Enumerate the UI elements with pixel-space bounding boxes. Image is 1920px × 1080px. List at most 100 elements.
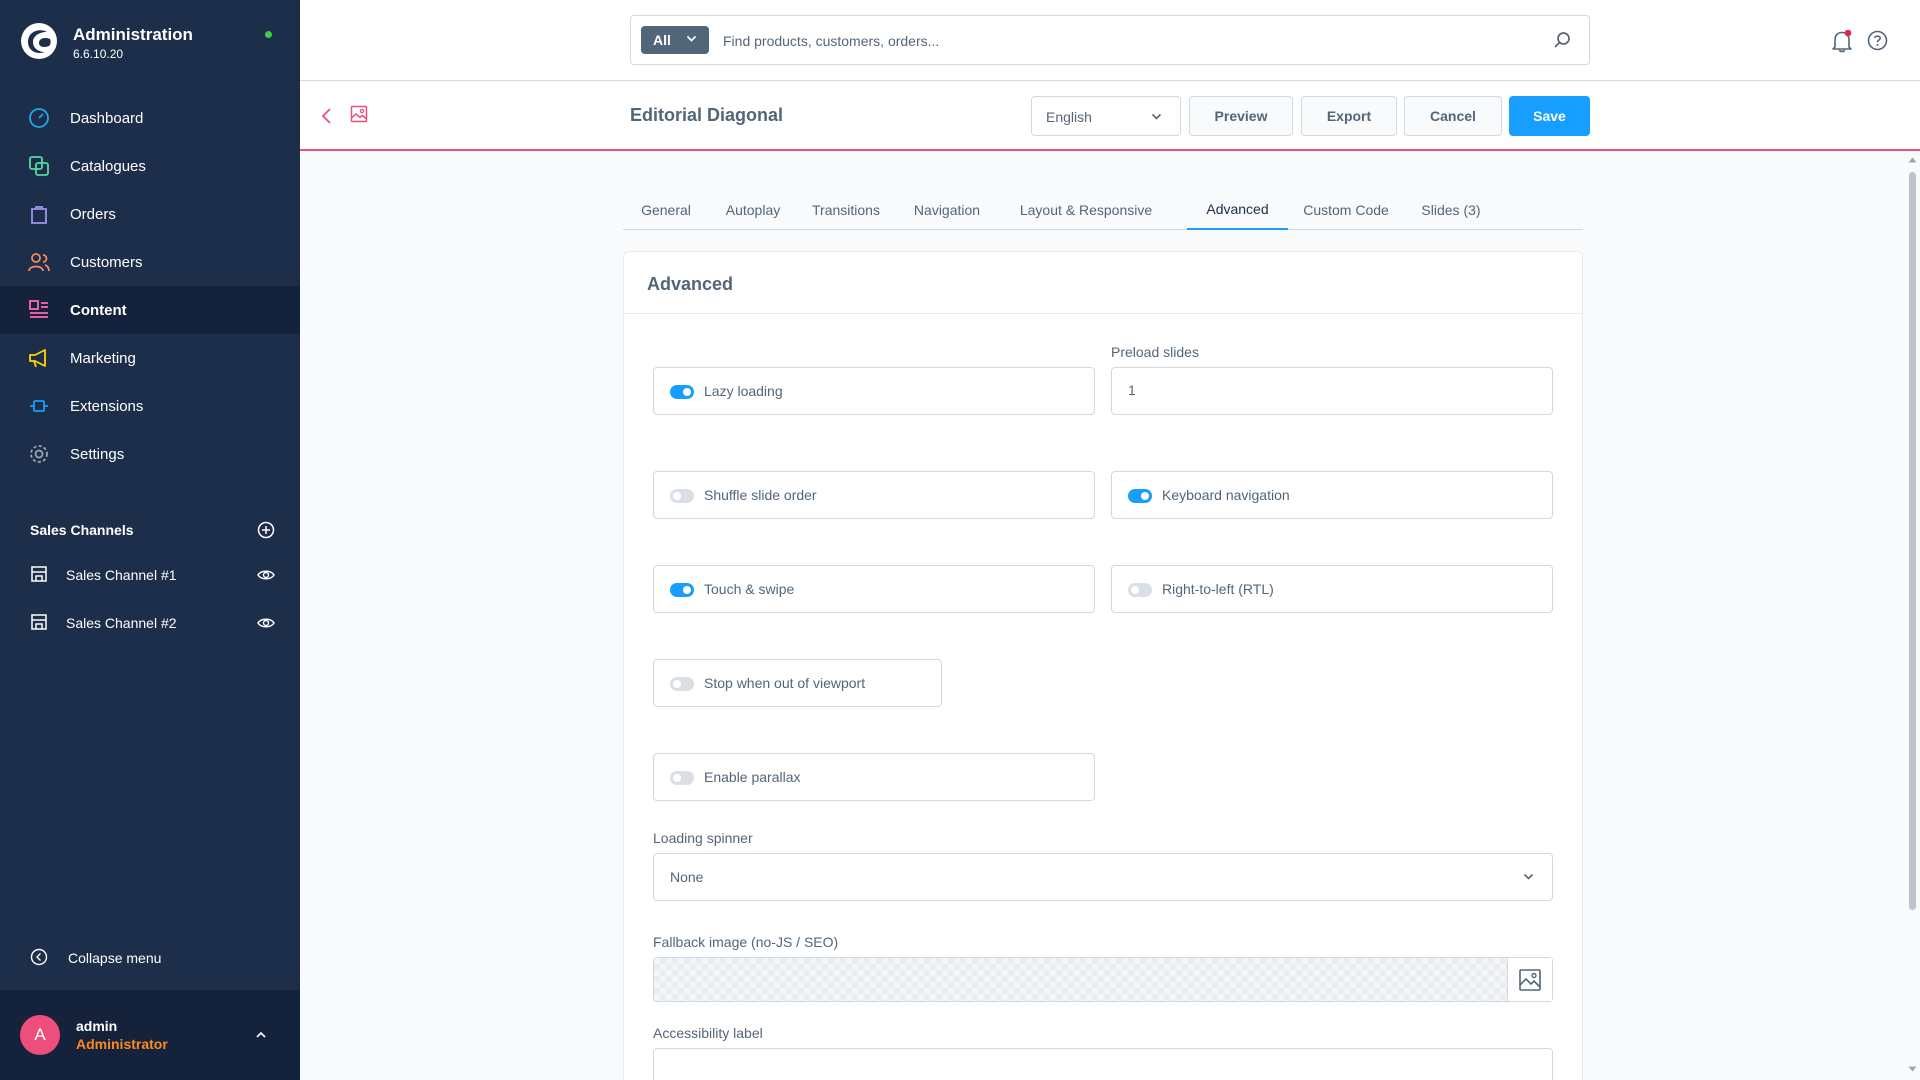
image-icon: [350, 105, 368, 123]
tab-autoplay[interactable]: Autoplay: [709, 190, 797, 230]
parallax-switch[interactable]: [670, 771, 694, 785]
back-arrow-icon[interactable]: [320, 106, 334, 126]
fallback-image-field[interactable]: [653, 957, 1553, 1002]
search-icon[interactable]: [1553, 31, 1571, 49]
avatar: A: [20, 1015, 60, 1055]
content-area: General Autoplay Transitions Navigation …: [300, 152, 1905, 1080]
tab-bar: General Autoplay Transitions Navigation …: [623, 190, 1583, 230]
parallax-field[interactable]: Enable parallax: [653, 753, 1095, 801]
sales-channel-label: Sales Channel #2: [66, 615, 177, 631]
touch-swipe-field[interactable]: Touch & swipe: [653, 565, 1095, 613]
card-header: Advanced: [624, 252, 1582, 314]
keyboard-navigation-switch[interactable]: [1128, 489, 1152, 503]
eye-icon[interactable]: [257, 615, 275, 631]
shopware-logo-icon[interactable]: [20, 22, 58, 60]
nav-item-catalogues[interactable]: Catalogues: [0, 142, 300, 190]
keyboard-navigation-label: Keyboard navigation: [1162, 487, 1290, 503]
brand: Administration 6.6.10.20: [0, 0, 300, 86]
touch-swipe-label: Touch & swipe: [704, 581, 795, 597]
extensions-icon: [30, 400, 48, 412]
scroll-down-arrow-icon[interactable]: [1908, 1066, 1917, 1072]
add-sales-channel-icon[interactable]: [257, 521, 275, 539]
notification-bell-icon[interactable]: [1831, 29, 1853, 53]
nav-label: Content: [70, 301, 127, 319]
nav-label: Settings: [70, 445, 125, 463]
tab-transitions[interactable]: Transitions: [797, 190, 895, 230]
stop-viewport-label: Stop when out of viewport: [704, 675, 866, 691]
language-select[interactable]: English: [1031, 96, 1181, 136]
accessibility-label-field: [653, 1048, 1553, 1080]
nav-label: Marketing: [70, 349, 136, 367]
scrollbar-thumb[interactable]: [1909, 172, 1916, 910]
select-image-button[interactable]: [1507, 958, 1552, 1001]
settings-icon: [30, 445, 48, 463]
status-indicator: [265, 31, 272, 38]
rtl-field[interactable]: Right-to-left (RTL): [1111, 565, 1553, 613]
nav-item-customers[interactable]: Customers: [0, 238, 300, 286]
sales-channels-title: Sales Channels: [30, 522, 134, 538]
advanced-settings-card: Advanced Lazy loading Preload slides Shu…: [623, 251, 1583, 1080]
tab-layout-responsive[interactable]: Layout & Responsive: [999, 190, 1173, 230]
tab-navigation[interactable]: Navigation: [895, 190, 999, 230]
stop-viewport-switch[interactable]: [670, 677, 694, 691]
accessibility-label-input[interactable]: [670, 1063, 1070, 1079]
preload-slides-input[interactable]: [1128, 382, 1528, 398]
nav-label: Catalogues: [70, 157, 146, 175]
export-button[interactable]: Export: [1301, 96, 1397, 136]
help-icon[interactable]: [1867, 30, 1888, 51]
customers-icon: [28, 253, 50, 272]
page-header: Editorial Diagonal English Preview Expor…: [300, 81, 1920, 151]
content-icon: [29, 300, 48, 318]
nav-item-orders[interactable]: Orders: [0, 190, 300, 238]
nav-item-dashboard[interactable]: Dashboard: [0, 94, 300, 142]
save-button[interactable]: Save: [1509, 96, 1590, 136]
scroll-up-arrow-icon[interactable]: [1908, 157, 1917, 163]
shuffle-field[interactable]: Shuffle slide order: [653, 471, 1095, 519]
marketing-icon: [29, 349, 46, 368]
search-type-dropdown[interactable]: All: [641, 26, 709, 54]
touch-swipe-switch[interactable]: [670, 583, 694, 597]
nav-label: Extensions: [70, 397, 144, 415]
tab-slides[interactable]: Slides (3): [1402, 190, 1500, 230]
chevron-down-icon: [1151, 113, 1162, 120]
storefront-icon: [31, 614, 47, 630]
scrollbar[interactable]: [1905, 152, 1920, 1080]
brand-version: 6.6.10.20: [73, 47, 124, 61]
nav-item-settings[interactable]: Settings: [0, 430, 300, 478]
search-type-label: All: [653, 32, 671, 48]
image-icon: [1519, 968, 1541, 991]
stop-viewport-field[interactable]: Stop when out of viewport: [653, 659, 942, 707]
page-title: Editorial Diagonal: [630, 105, 784, 125]
orders-icon: [31, 206, 47, 224]
nav-item-marketing[interactable]: Marketing: [0, 334, 300, 382]
user-menu[interactable]: A admin Administrator: [0, 990, 300, 1080]
shuffle-switch[interactable]: [670, 489, 694, 503]
sales-channel-item[interactable]: Sales Channel #1: [30, 560, 275, 590]
sales-channel-item[interactable]: Sales Channel #2: [30, 608, 275, 638]
fallback-image-label: Fallback image (no-JS / SEO): [653, 934, 839, 950]
loading-spinner-value: None: [670, 869, 704, 885]
cancel-button[interactable]: Cancel: [1404, 96, 1502, 136]
collapse-menu-button[interactable]: Collapse menu: [30, 945, 230, 969]
search-input[interactable]: [723, 28, 1523, 54]
chevron-up-icon[interactable]: [254, 1029, 268, 1041]
nav-label: Orders: [70, 205, 116, 223]
keyboard-navigation-field[interactable]: Keyboard navigation: [1111, 471, 1553, 519]
tab-general[interactable]: General: [623, 190, 709, 230]
tab-custom-code[interactable]: Custom Code: [1290, 190, 1402, 230]
user-role: Administrator: [76, 1036, 168, 1052]
lazy-loading-field[interactable]: Lazy loading: [653, 367, 1095, 415]
brand-title: Administration: [73, 25, 193, 44]
sidebar: Administration 6.6.10.20 Dashboard Catal…: [0, 0, 300, 1080]
nav-label: Customers: [70, 253, 143, 271]
lazy-loading-switch[interactable]: [670, 385, 694, 399]
preview-button[interactable]: Preview: [1189, 96, 1293, 136]
rtl-switch[interactable]: [1128, 583, 1152, 597]
loading-spinner-select[interactable]: None: [653, 853, 1553, 901]
user-name: admin: [76, 1018, 118, 1034]
nav-item-content[interactable]: Content: [0, 286, 300, 334]
nav-item-extensions[interactable]: Extensions: [0, 382, 300, 430]
eye-icon[interactable]: [257, 567, 275, 583]
tab-advanced[interactable]: Advanced: [1187, 190, 1288, 230]
parallax-label: Enable parallax: [704, 769, 801, 785]
